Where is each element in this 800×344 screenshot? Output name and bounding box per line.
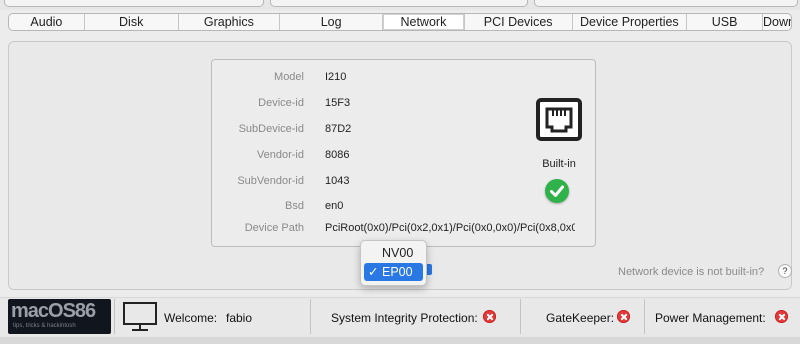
checkmark-circle-icon (545, 179, 569, 203)
field-row-subvendor-id: SubVendor-id 1043 (212, 175, 597, 191)
status-divider (114, 299, 115, 334)
field-row-bsd: Bsd en0 (212, 200, 597, 216)
not-builtin-link[interactable]: Network device is not built-in? (618, 266, 764, 278)
sip-error-icon (483, 310, 496, 323)
field-label: SubDevice-id (238, 123, 304, 135)
top-toolbar-strip (0, 0, 800, 10)
sip-label: System Integrity Protection: (331, 311, 478, 325)
help-button[interactable]: ? (778, 264, 792, 278)
power-management-error-icon (775, 310, 788, 323)
field-label: Bsd (285, 200, 304, 212)
tab-audio[interactable]: Audio (9, 14, 85, 30)
dropdown-option-ep00[interactable]: ✓ EP00 (364, 263, 423, 281)
field-label: SubVendor-id (237, 175, 304, 187)
tab-graphics[interactable]: Graphics (179, 14, 281, 30)
window-bottom-edge (0, 337, 800, 344)
field-value: en0 (325, 200, 344, 212)
field-label: Model (274, 71, 304, 83)
power-management-label: Power Management: (655, 311, 766, 325)
field-label: Vendor-id (256, 149, 304, 161)
gatekeeper-error-icon (617, 310, 630, 323)
checkmark-icon: ✓ (368, 265, 379, 279)
tab-network[interactable]: Network (383, 14, 465, 30)
option-label: EP00 (382, 265, 413, 279)
field-label: Device-id (258, 97, 304, 109)
tab-pci-devices[interactable]: PCI Devices (465, 14, 573, 30)
network-info-box: Model I210 Device-id 15F3 SubDevice-id 8… (211, 59, 596, 247)
device-path-value[interactable]: PciRoot(0x0)/Pci(0x2,0x1)/Pci(0x0,0x0)/P… (325, 222, 575, 234)
logo-subtext: tips, tricks & hackintosh (13, 323, 76, 329)
app-logo: macOS86 tips, tricks & hackintosh (8, 299, 111, 334)
welcome-label: Welcome: (164, 311, 218, 325)
status-divider (644, 299, 645, 334)
field-value: 1043 (325, 175, 350, 187)
tab-disk[interactable]: Disk (85, 14, 179, 30)
dropdown-option-nv00[interactable]: NV00 (364, 244, 423, 262)
status-divider (310, 299, 311, 334)
gatekeeper-label: GateKeeper: (546, 311, 615, 325)
logo-text: macOS86 (11, 300, 96, 322)
field-value: I210 (325, 71, 347, 83)
status-divider (520, 299, 521, 334)
tab-downloader[interactable]: Downloader (763, 14, 791, 30)
monitor-icon (123, 302, 157, 331)
option-label: NV00 (382, 246, 414, 260)
tab-log[interactable]: Log (280, 14, 384, 30)
field-row-model: Model I210 (212, 71, 597, 87)
field-label: Device Path (244, 222, 304, 234)
toolbar-box-right (534, 0, 798, 7)
device-name-dropdown[interactable]: NV00 ✓ EP00 (360, 240, 427, 286)
username: fabio (226, 311, 253, 325)
builtin-label: Built-in (542, 158, 576, 170)
ethernet-port-icon (536, 98, 582, 141)
tab-bar: Audio Disk Graphics Log Network PCI Devi… (8, 13, 792, 31)
toolbar-box-left (4, 0, 264, 7)
field-row-device-path: Device Path PciRoot(0x0)/Pci(0x2,0x1)/Pc… (212, 222, 597, 238)
toolbar-box-middle (270, 0, 528, 7)
tab-usb[interactable]: USB (687, 14, 763, 30)
tab-device-properties[interactable]: Device Properties (573, 14, 688, 30)
